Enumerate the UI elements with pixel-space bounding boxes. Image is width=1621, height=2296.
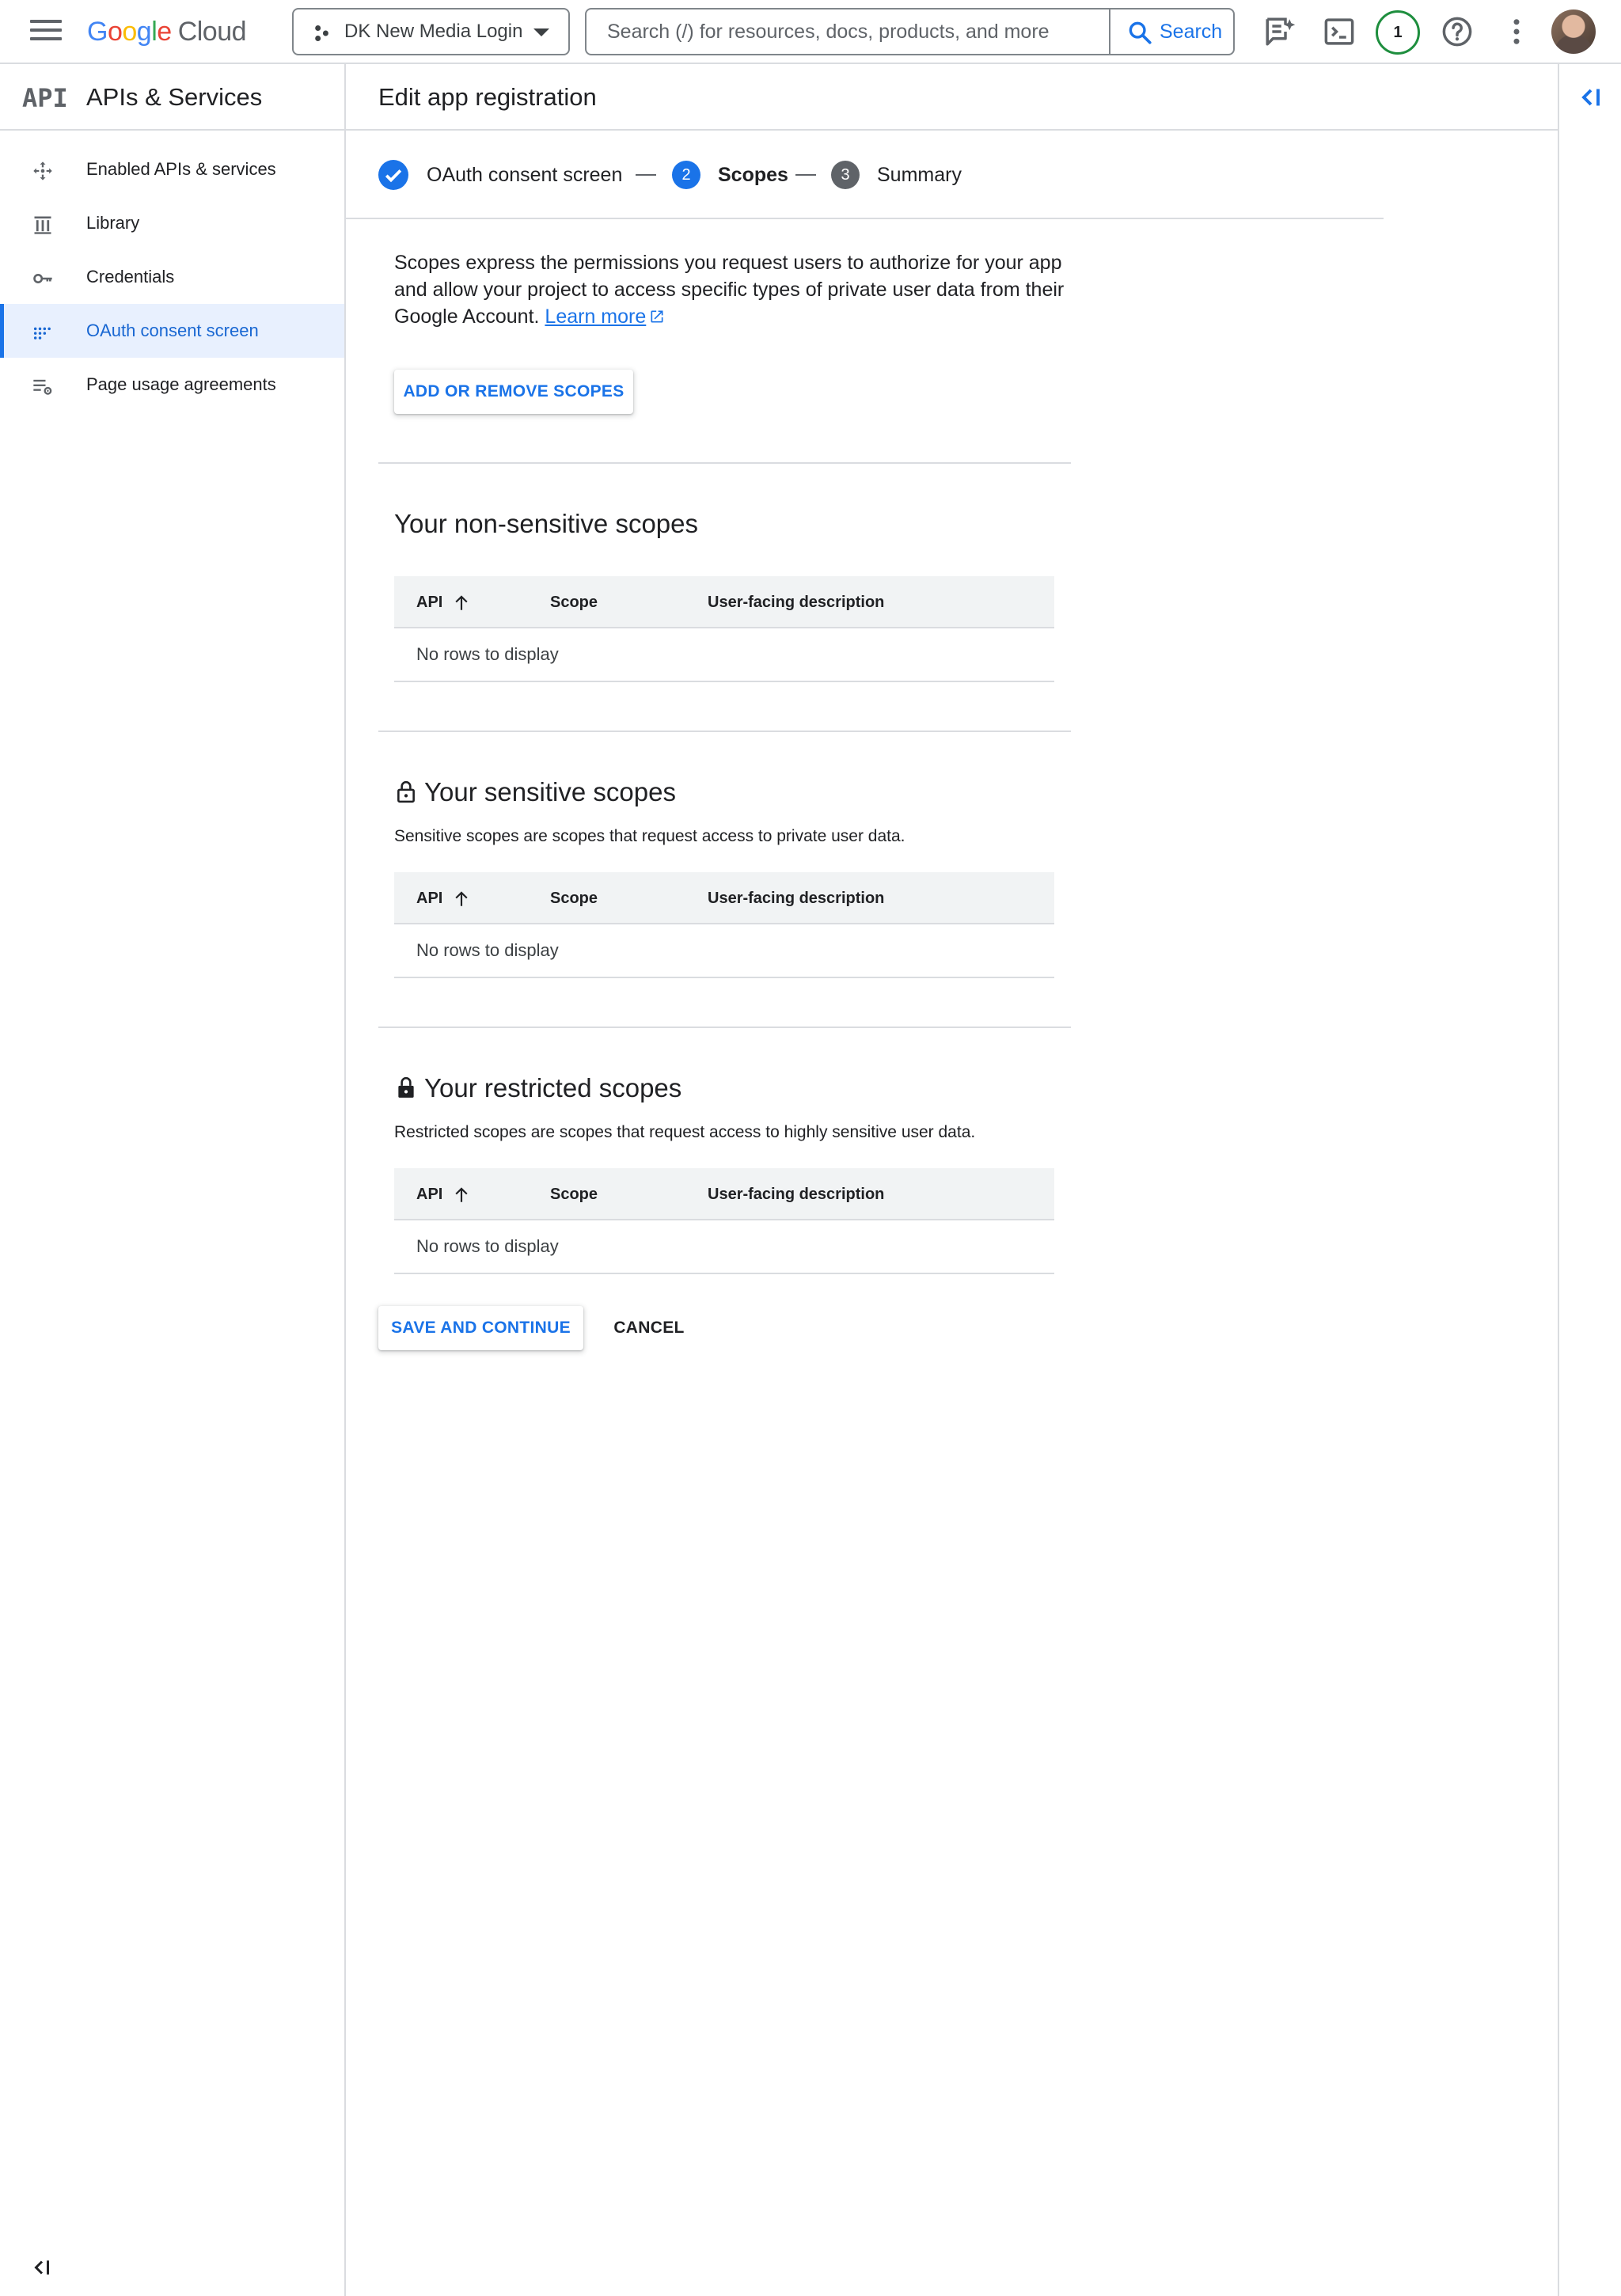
avatar[interactable] bbox=[1551, 9, 1596, 54]
chevron-down-icon bbox=[533, 28, 549, 36]
sensitive-scopes-title: Your sensitive scopes bbox=[396, 777, 676, 807]
save-and-continue-button[interactable]: SAVE AND CONTINUE bbox=[378, 1306, 583, 1350]
project-icon bbox=[315, 25, 328, 41]
step-summary[interactable]: Summary bbox=[877, 131, 962, 219]
more-vert-icon[interactable] bbox=[1500, 15, 1533, 48]
help-icon[interactable] bbox=[1441, 15, 1474, 48]
non-sensitive-scopes-title: Your non-sensitive scopes bbox=[394, 509, 698, 539]
sort-ascending-icon[interactable] bbox=[451, 592, 472, 613]
main-menu-icon[interactable] bbox=[30, 20, 62, 44]
empty-table-message: No rows to display bbox=[416, 940, 559, 960]
table-header: API Scope User-facing description bbox=[394, 872, 1054, 924]
step-separator bbox=[795, 174, 816, 176]
empty-table-message: No rows to display bbox=[416, 644, 559, 664]
project-picker[interactable]: DK New Media Login bbox=[292, 8, 570, 55]
google-cloud-logo[interactable]: Google Cloud bbox=[87, 13, 247, 51]
sidebar-item-label: Enabled APIs & services bbox=[86, 159, 276, 179]
step-number: 2 bbox=[672, 161, 700, 189]
intro-text: Scopes express the permissions you reque… bbox=[394, 252, 1065, 328]
column-api[interactable]: API bbox=[416, 576, 442, 628]
learn-more-link[interactable]: Learn more bbox=[545, 306, 646, 328]
sidebar-item-oauth-consent-screen[interactable]: OAuth consent screen bbox=[0, 304, 344, 358]
column-user-facing-description[interactable]: User-facing description bbox=[708, 1168, 884, 1220]
lock-icon bbox=[398, 1077, 414, 1098]
column-scope[interactable]: Scope bbox=[550, 576, 598, 628]
section-title-text: Your non-sensitive scopes bbox=[394, 509, 699, 538]
api-logo-icon: API bbox=[22, 83, 68, 113]
search-bar: Search bbox=[585, 8, 1235, 55]
lock-open-outline-icon bbox=[397, 781, 415, 803]
column-api[interactable]: API bbox=[416, 1168, 442, 1220]
stepper: OAuth consent screen 2 Scopes 3 Summary bbox=[346, 131, 1384, 219]
column-user-facing-description[interactable]: User-facing description bbox=[708, 872, 884, 924]
cloud-shell-icon[interactable] bbox=[1323, 15, 1356, 48]
add-or-remove-scopes-button[interactable]: ADD OR REMOVE SCOPES bbox=[394, 370, 633, 414]
consent-grid-icon bbox=[33, 327, 51, 340]
search-input[interactable] bbox=[587, 9, 1109, 54]
sidebar-item-label: Page usage agreements bbox=[86, 374, 276, 394]
table-body: No rows to display bbox=[394, 924, 1054, 978]
restricted-scopes-table: API Scope User-facing description No row… bbox=[394, 1168, 1054, 1274]
sort-ascending-icon[interactable] bbox=[451, 888, 472, 909]
cancel-button[interactable]: CANCEL bbox=[602, 1306, 697, 1350]
column-user-facing-description[interactable]: User-facing description bbox=[708, 576, 884, 628]
sensitive-scopes-description: Sensitive scopes are scopes that request… bbox=[394, 827, 905, 845]
section-title-text: Your sensitive scopes bbox=[424, 777, 676, 806]
sidebar-header: API APIs & Services bbox=[0, 64, 344, 131]
external-link-icon[interactable] bbox=[649, 309, 665, 324]
sensitive-scopes-table: API Scope User-facing description No row… bbox=[394, 872, 1054, 978]
sidebar-item-label: OAuth consent screen bbox=[86, 321, 259, 340]
sidebar-item-library[interactable]: Library bbox=[0, 196, 344, 250]
search-button[interactable]: Search bbox=[1109, 9, 1233, 54]
project-name: DK New Media Login bbox=[344, 21, 523, 42]
right-rail bbox=[1558, 64, 1621, 2296]
column-api[interactable]: API bbox=[416, 872, 442, 924]
step-complete-check-icon bbox=[378, 160, 408, 190]
move-icon bbox=[33, 161, 52, 180]
sidebar-item-enabled-apis[interactable]: Enabled APIs & services bbox=[0, 142, 344, 196]
page-title: Edit app registration bbox=[378, 83, 597, 111]
sort-ascending-icon[interactable] bbox=[451, 1184, 472, 1205]
notification-badge[interactable]: 1 bbox=[1376, 10, 1420, 55]
table-header: API Scope User-facing description bbox=[394, 1168, 1054, 1220]
step-number: 3 bbox=[831, 161, 860, 189]
table-body: No rows to display bbox=[394, 1220, 1054, 1274]
column-scope[interactable]: Scope bbox=[550, 872, 598, 924]
empty-table-message: No rows to display bbox=[416, 1236, 559, 1256]
non-sensitive-scopes-table: API Scope User-facing description No row… bbox=[394, 576, 1054, 682]
restricted-scopes-title: Your restricted scopes bbox=[396, 1073, 681, 1103]
section-divider bbox=[378, 462, 1071, 464]
step-oauth-consent-screen[interactable]: OAuth consent screen bbox=[427, 131, 622, 219]
gemini-chat-icon[interactable] bbox=[1263, 15, 1296, 48]
table-header: API Scope User-facing description bbox=[394, 576, 1054, 628]
sidebar-item-page-usage-agreements[interactable]: Page usage agreements bbox=[0, 358, 344, 412]
restricted-scopes-description: Restricted scopes are scopes that reques… bbox=[394, 1123, 976, 1141]
expand-panel-icon[interactable] bbox=[1577, 83, 1605, 112]
step-scopes[interactable]: Scopes bbox=[718, 131, 788, 219]
section-divider bbox=[378, 1027, 1071, 1028]
sidebar-item-label: Credentials bbox=[86, 267, 175, 287]
scopes-intro: Scopes express the permissions you reque… bbox=[394, 249, 1067, 330]
section-divider bbox=[378, 731, 1071, 732]
search-button-label: Search bbox=[1160, 21, 1223, 43]
library-icon bbox=[34, 216, 51, 234]
sidebar-item-label: Library bbox=[86, 213, 140, 233]
sidebar: API APIs & Services Enabled APIs & servi… bbox=[0, 64, 346, 2296]
collapse-sidebar-icon[interactable] bbox=[30, 2256, 54, 2279]
step-separator bbox=[636, 174, 656, 176]
section-title-text: Your restricted scopes bbox=[424, 1073, 682, 1102]
page-header: Edit app registration bbox=[346, 64, 1558, 131]
search-icon bbox=[1129, 21, 1152, 44]
sidebar-title: APIs & Services bbox=[86, 83, 263, 111]
top-bar: GoogleCloud DK New Media Login Search 1 bbox=[0, 0, 1621, 64]
table-body: No rows to display bbox=[394, 628, 1054, 682]
column-scope[interactable]: Scope bbox=[550, 1168, 598, 1220]
sidebar-item-credentials[interactable]: Credentials bbox=[0, 250, 344, 304]
list-settings-icon bbox=[33, 379, 52, 395]
key-icon bbox=[33, 274, 52, 283]
